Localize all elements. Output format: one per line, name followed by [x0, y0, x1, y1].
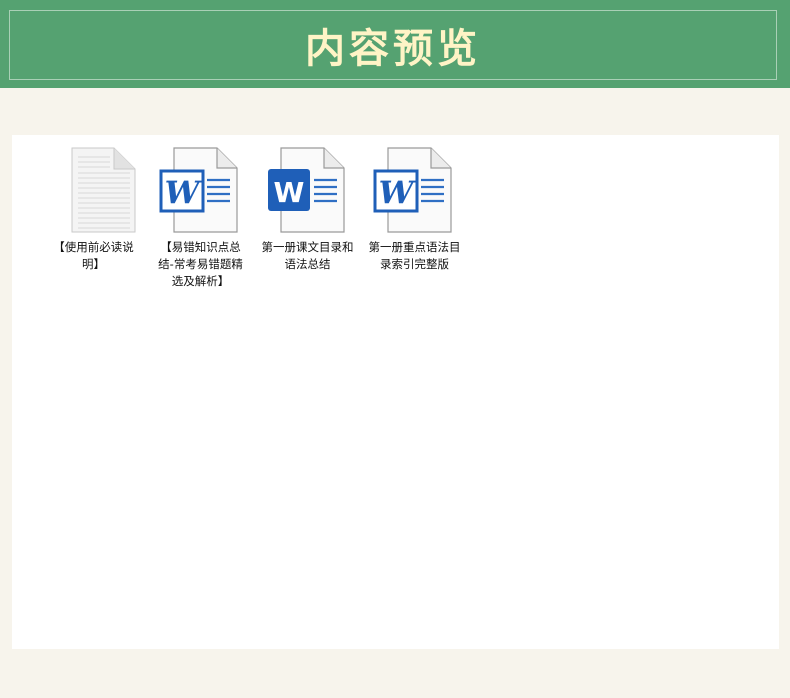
- text-document-icon: [71, 147, 135, 233]
- svg-text:W: W: [378, 175, 416, 211]
- file-item[interactable]: W 第一册课文目录和语法总结: [254, 147, 361, 290]
- file-list: 【使用前必读说明】 W 【易错知识点总结-常考易错题精选及解析】 W 第一册课文…: [40, 147, 468, 290]
- file-item[interactable]: W 第一册重点语法目录索引完整版: [361, 147, 468, 290]
- word-document-icon: W: [373, 147, 452, 233]
- header-banner: 内容预览: [0, 0, 790, 88]
- file-item[interactable]: 【使用前必读说明】: [40, 147, 147, 290]
- file-name-label: 第一册课文目录和语法总结: [261, 240, 354, 271]
- header-frame: 内容预览: [9, 10, 777, 80]
- file-name-label: 【易错知识点总结-常考易错题精选及解析】: [158, 240, 243, 288]
- svg-text:W: W: [164, 175, 202, 211]
- file-name-label: 第一册重点语法目录索引完整版: [368, 240, 461, 271]
- file-preview-panel: 【使用前必读说明】 W 【易错知识点总结-常考易错题精选及解析】 W 第一册课文…: [12, 135, 779, 649]
- file-name-label: 【使用前必读说明】: [53, 240, 134, 271]
- word-document-icon: W: [267, 147, 345, 233]
- file-item[interactable]: W 【易错知识点总结-常考易错题精选及解析】: [147, 147, 254, 290]
- word-document-icon: W: [159, 147, 238, 233]
- svg-text:W: W: [273, 176, 304, 209]
- page-title: 内容预览: [305, 25, 481, 72]
